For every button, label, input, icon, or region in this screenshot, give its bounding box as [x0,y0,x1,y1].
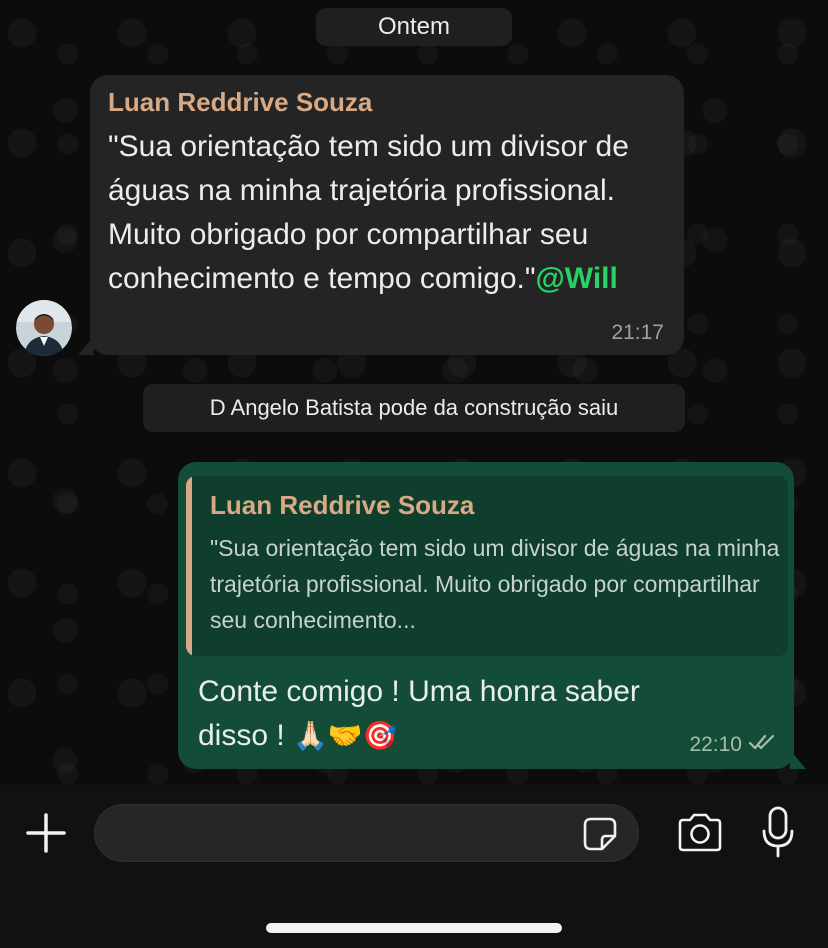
message-meta: 22:10 [689,733,776,757]
message-body: Conte comigo ! Uma honra saber disso ! [198,675,640,752]
message-input[interactable] [94,804,639,862]
sticker-icon[interactable] [582,816,618,852]
system-notice-text: D Angelo Batista pode da construção saiu [209,395,619,420]
date-separator-label: Ontem [377,13,451,40]
plus-icon[interactable] [22,809,70,857]
double-check-icon [748,733,776,757]
incoming-message-bubble[interactable]: Luan Reddrive Souza "Sua orientação tem … [90,75,684,355]
quoted-message[interactable]: Luan Reddrive Souza "Sua orientação tem … [186,476,788,656]
camera-icon[interactable] [676,813,724,853]
message-input-bar [0,785,828,948]
bubble-tail [790,750,806,769]
bubble-tail [78,336,94,355]
message-text: "Sua orientação tem sido um divisor de á… [108,125,668,301]
sender-avatar[interactable] [16,300,72,356]
date-separator: Ontem [316,8,512,46]
message-text: Conte comigo ! Uma honra saber disso ! 🙏… [198,670,678,758]
microphone-icon[interactable] [760,805,796,861]
quoted-sender-name: Luan Reddrive Souza [210,490,475,520]
message-timestamp: 21:17 [611,321,664,344]
sender-name[interactable]: Luan Reddrive Souza [108,87,372,118]
mention-link[interactable]: @Will [536,262,618,295]
quote-accent-bar [186,476,192,656]
emoji-group: 🙏🏻🤝🎯 [293,719,398,752]
quoted-text: "Sua orientação tem sido um divisor de á… [210,535,780,633]
message-timestamp: 22:10 [689,733,742,756]
outgoing-message-bubble[interactable]: Luan Reddrive Souza "Sua orientação tem … [178,462,794,769]
system-notice: D Angelo Batista pode da construção saiu [143,384,685,432]
home-indicator [266,923,562,933]
